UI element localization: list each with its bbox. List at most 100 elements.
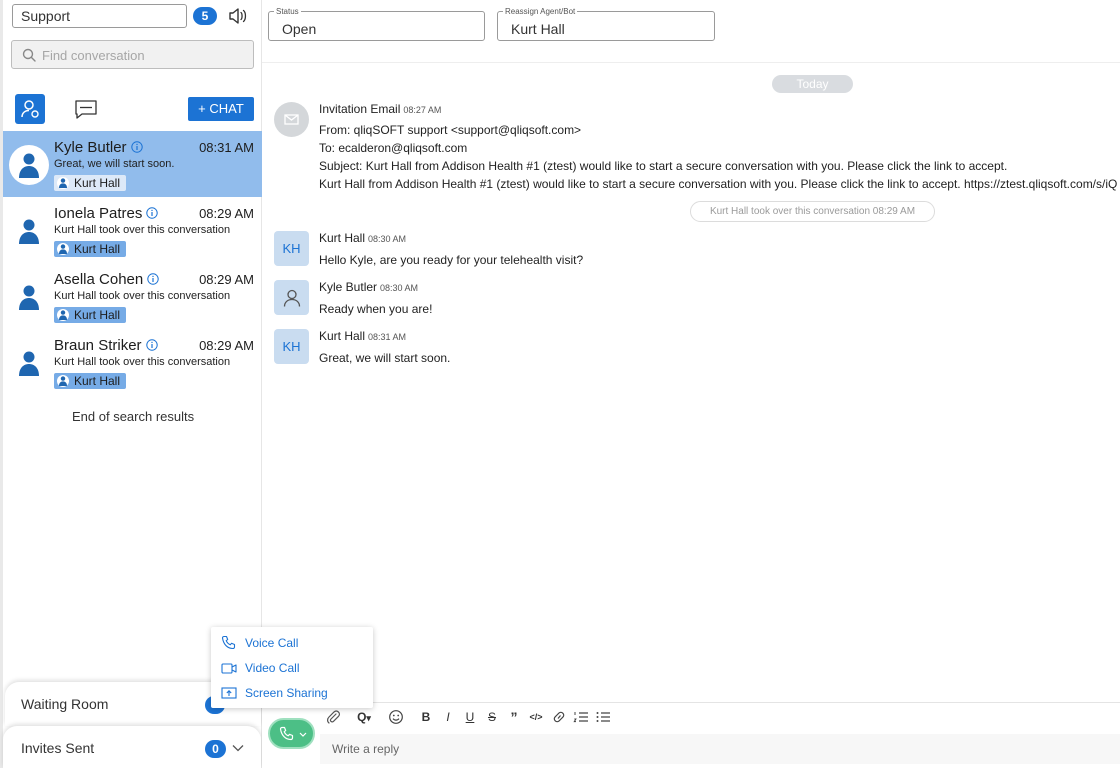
emoji-icon[interactable]	[388, 709, 404, 725]
agent-icon	[57, 243, 69, 255]
avatar: KH	[274, 231, 309, 266]
screen-sharing-label: Screen Sharing	[245, 686, 328, 700]
conversation-time: 08:29 AM	[199, 272, 254, 287]
agent-tag: Kurt Hall	[54, 241, 127, 257]
message-body: Ready when you are!	[319, 302, 433, 316]
conversation-preview: Kurt Hall took over this conversation	[54, 356, 231, 368]
mail-icon	[274, 102, 309, 137]
numbered-list-icon[interactable]	[573, 709, 589, 725]
email-to: To: ecalderon@qliqsoft.com	[319, 141, 468, 155]
end-of-results: End of search results	[72, 409, 195, 424]
message-time: 08:30 AM	[368, 234, 407, 244]
message-body: From: qliqSOFT support <support@qliqsoft…	[319, 121, 1117, 193]
message-body: Great, we will start soon.	[319, 351, 451, 365]
video-call-option[interactable]: Video Call	[221, 657, 371, 677]
search-input[interactable]	[42, 44, 247, 66]
header-divider	[262, 62, 1120, 63]
message-time: 08:30 AM	[380, 283, 419, 293]
voice-call-label: Voice Call	[245, 636, 299, 650]
contact-name: Kyle Butler	[54, 139, 143, 156]
person-icon	[9, 343, 49, 383]
status-label: Status	[274, 7, 301, 16]
conversation-item[interactable]: Braun Striker 08:29 AM Kurt Hall took ov…	[3, 329, 262, 395]
conversation-time: 08:29 AM	[199, 206, 254, 221]
info-icon[interactable]	[145, 339, 158, 351]
message-sender: Kurt Hall 08:31 AM	[319, 329, 407, 343]
call-button[interactable]	[268, 718, 315, 749]
contact-name: Braun Striker	[54, 337, 158, 354]
voice-call-option[interactable]: Voice Call	[221, 632, 371, 652]
conversation-item[interactable]: Ionela Patres 08:29 AM Kurt Hall took ov…	[3, 197, 262, 263]
avatar: KH	[274, 329, 309, 364]
status-select[interactable]: Status Open	[268, 7, 485, 41]
conversation-item[interactable]: Kyle Butler 08:31 AM Great, we will star…	[3, 131, 262, 197]
email-from: From: qliqSOFT support <support@qliqsoft…	[319, 123, 582, 137]
message-sender: Kyle Butler 08:30 AM	[319, 280, 419, 294]
email-subject: Subject: Kurt Hall from Addison Health #…	[319, 159, 1008, 173]
conversation-list: Kyle Butler 08:31 AM Great, we will star…	[3, 131, 262, 395]
chat-bubble-icon	[75, 100, 97, 119]
reply-input[interactable]	[320, 734, 1120, 764]
person-icon	[9, 277, 49, 317]
tab-chats[interactable]	[74, 99, 98, 119]
agent-tag: Kurt Hall	[54, 307, 127, 323]
video-camera-icon	[221, 663, 237, 674]
person-icon	[9, 145, 49, 185]
new-chat-button[interactable]: + CHAT	[188, 97, 254, 121]
queue-select[interactable]: Support	[12, 4, 187, 28]
search-icon	[22, 48, 36, 62]
user-icon	[21, 100, 39, 118]
reassign-label: Reassign Agent/Bot	[503, 7, 578, 16]
conversation-time: 08:31 AM	[199, 140, 254, 155]
chevron-down-icon[interactable]	[232, 744, 244, 752]
phone-icon	[221, 635, 236, 650]
screen-share-icon	[221, 687, 237, 699]
info-icon[interactable]	[147, 273, 159, 285]
conversation-item[interactable]: Asella Cohen 08:29 AM Kurt Hall took ove…	[3, 263, 262, 329]
message-sender: Invitation Email 08:27 AM	[319, 102, 442, 116]
strikethrough-icon[interactable]: S	[484, 709, 500, 725]
message-sender: Kurt Hall 08:30 AM	[319, 231, 407, 245]
quote-icon[interactable]: ”	[506, 709, 522, 725]
invites-sent-badge: 0	[205, 740, 226, 758]
agent-icon	[57, 375, 69, 387]
date-divider: Today	[772, 75, 853, 93]
email-body: Kurt Hall from Addison Health #1 (ztest)…	[319, 177, 1118, 191]
reassign-agent-select[interactable]: Reassign Agent/Bot Kurt Hall	[497, 7, 715, 41]
underline-icon[interactable]: U	[462, 709, 478, 725]
attach-icon[interactable]	[325, 709, 341, 725]
contact-name: Asella Cohen	[54, 271, 159, 288]
qr-icon[interactable]: Q▾	[353, 709, 375, 725]
italic-icon[interactable]: I	[440, 709, 456, 725]
conversation-time: 08:29 AM	[199, 338, 254, 353]
conversation-preview: Kurt Hall took over this conversation	[54, 224, 231, 236]
reassign-value: Kurt Hall	[511, 21, 565, 37]
person-icon	[9, 211, 49, 251]
search-box	[11, 40, 254, 69]
person-outline-icon	[274, 280, 309, 315]
tab-users[interactable]	[15, 94, 45, 124]
info-icon[interactable]	[130, 141, 143, 153]
call-options-menu: Voice Call Video Call Screen Sharing	[211, 627, 373, 708]
chevron-down-icon	[299, 732, 307, 737]
queue-count-badge: 5	[193, 7, 217, 25]
reply-box	[320, 734, 1120, 764]
message-time: 08:31 AM	[368, 332, 407, 342]
system-note: Kurt Hall took over this conversation 08…	[690, 201, 935, 222]
conversation-preview: Great, we will start soon.	[54, 158, 175, 170]
message-time: 08:27 AM	[403, 105, 442, 115]
code-icon[interactable]: </>	[528, 709, 544, 725]
agent-icon	[57, 309, 69, 321]
agent-tag: Kurt Hall	[54, 373, 127, 389]
screen-sharing-option[interactable]: Screen Sharing	[221, 682, 371, 702]
info-icon[interactable]	[146, 207, 159, 219]
link-icon[interactable]	[551, 709, 567, 725]
contact-name: Ionela Patres	[54, 205, 159, 222]
bullet-list-icon[interactable]	[595, 709, 611, 725]
message-body: Hello Kyle, are you ready for your teleh…	[319, 253, 584, 267]
conversation-preview: Kurt Hall took over this conversation	[54, 290, 231, 302]
invites-sent-panel[interactable]: Invites Sent 0	[3, 726, 261, 768]
speaker-icon[interactable]	[228, 7, 248, 25]
status-value: Open	[282, 21, 317, 37]
bold-icon[interactable]: B	[418, 709, 434, 725]
